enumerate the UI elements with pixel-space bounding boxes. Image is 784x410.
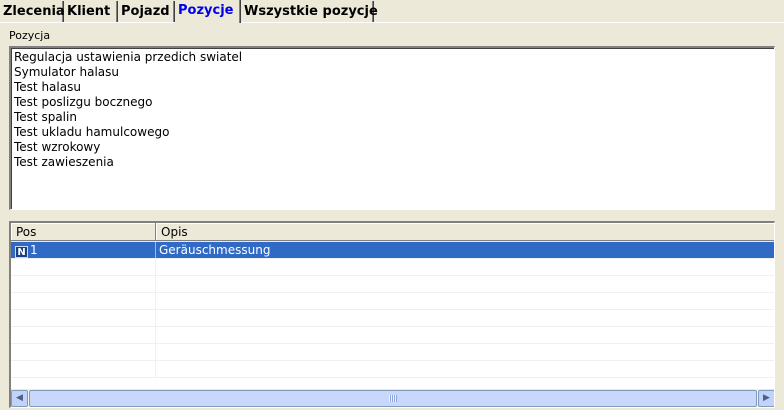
tab-pojazd[interactable]: Pojazd [118,1,174,22]
table-row-empty[interactable] [11,293,774,310]
cell-opis[interactable] [156,361,774,377]
grip-icon [389,395,397,402]
list-item[interactable]: Test wzrokowy [13,140,774,155]
arrow-right-icon[interactable]: ▶ [758,390,774,407]
list-item[interactable]: Test spalin [13,110,774,125]
cell-opis[interactable] [156,293,774,309]
table-row-empty[interactable] [11,259,774,276]
table-row-empty[interactable] [11,344,774,361]
cell-opis[interactable]: Geräuschmessung [156,242,774,258]
list-item[interactable]: Test halasu [13,80,774,95]
cell-opis[interactable] [156,344,774,360]
cell-pos[interactable] [11,344,156,360]
list-item[interactable]: Test ukladu hamulcowego [13,125,774,140]
table-row-empty[interactable] [11,276,774,293]
cell-pos[interactable] [11,310,156,326]
table-row-empty[interactable] [11,327,774,344]
list-item[interactable]: Test poslizgu bocznego [13,95,774,110]
pos-value: 1 [30,243,38,257]
table-row-empty[interactable] [11,361,774,378]
cell-opis[interactable] [156,327,774,343]
column-header-pos[interactable]: Pos [11,223,156,241]
tab-pozycje[interactable]: Pozycje [175,0,240,23]
cell-opis[interactable] [156,276,774,292]
tab-strip: Zlecenia Klient Pojazd Pozycje Wszystkie… [0,0,784,23]
positions-grid[interactable]: Pos Opis N1 Geräuschmessung ◀ ▶ [9,221,775,408]
table-row-empty[interactable] [11,310,774,327]
cell-pos[interactable] [11,361,156,377]
table-row[interactable]: N1 Geräuschmessung [11,242,774,259]
list-item[interactable]: Symulator halasu [13,65,774,80]
list-item[interactable]: Regulacja ustawienia przedich swiatel [13,50,774,65]
cell-opis[interactable] [156,310,774,326]
grid-header: Pos Opis [11,223,774,242]
tab-zlecenia[interactable]: Zlecenia [0,1,65,22]
cell-pos[interactable]: N1 [11,242,156,258]
list-item[interactable]: Test zawieszenia [13,155,774,170]
scrollbar-thumb[interactable] [29,390,757,407]
pozycja-label: Pozycja [9,29,51,42]
grid-rows: N1 Geräuschmessung [11,242,774,378]
arrow-left-icon[interactable]: ◀ [11,390,28,407]
cell-opis[interactable] [156,259,774,275]
tab-klient[interactable]: Klient [64,1,117,22]
cell-pos[interactable] [11,259,156,275]
column-header-opis[interactable]: Opis [156,223,774,241]
pozycja-listbox[interactable]: Regulacja ustawienia przedich swiatel Sy… [9,46,775,210]
tab-wszystkie-pozycje[interactable]: Wszystkie pozycje [241,1,378,22]
horizontal-scrollbar[interactable]: ◀ ▶ [11,389,774,407]
cell-pos[interactable] [11,293,156,309]
pozycja-list: Regulacja ustawienia przedich swiatel Sy… [11,48,774,170]
cell-pos[interactable] [11,327,156,343]
new-record-icon: N [15,246,28,258]
cell-pos[interactable] [11,276,156,292]
